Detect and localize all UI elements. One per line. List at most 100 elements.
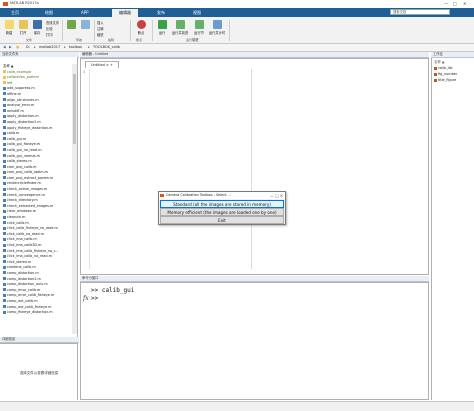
file-name: align_structures.m [7, 97, 39, 102]
tab-home[interactable]: 主页 [4, 9, 26, 17]
command-window[interactable]: >> calib_gui fx >> [80, 282, 429, 400]
tab-editor[interactable]: 编辑器 [112, 9, 138, 17]
file-name: clear_windows.m [7, 209, 37, 214]
folder-icon [3, 70, 6, 74]
section-breakpoints-label: 断点 [136, 38, 143, 42]
save-button[interactable]: 保存 [30, 20, 44, 35]
run-and-time-button[interactable]: 运行并计时 [207, 20, 227, 35]
run-section-button[interactable]: 运行节 [191, 20, 207, 35]
path-segment[interactable]: TOOLBOX_calib [93, 45, 120, 49]
scrollbar-thumb[interactable] [73, 74, 76, 144]
details-panel: 选择文件以查看详细信息 [0, 343, 78, 400]
new-button[interactable]: 新建 [2, 20, 16, 35]
standard-mode-button[interactable]: Standard (all the images are stored in m… [160, 200, 284, 208]
workspace-variable[interactable]: title_figure [434, 78, 456, 82]
m-file-icon [3, 131, 6, 135]
matlab-logo-icon [160, 194, 164, 197]
breakpoint-icon [136, 20, 146, 29]
file-name: click_calib.m [7, 220, 29, 225]
forward-icon[interactable]: ▶ [9, 45, 12, 49]
m-file-icon [3, 159, 6, 163]
close-button[interactable]: ✕ [463, 1, 466, 6]
m-file-icon [3, 209, 6, 213]
dialog-title: Camera Calibration Toolbox - Select ... [159, 192, 285, 199]
compare-button[interactable]: 比较 [46, 26, 53, 31]
file-name: cam_proj_calib_optim.m [7, 170, 48, 175]
save-icon [32, 20, 42, 29]
exit-button[interactable]: Exit [160, 216, 284, 224]
add-tab-icon[interactable]: + [110, 63, 113, 67]
file-name: calib_gui_no_read.m [7, 147, 42, 152]
current-folder-path-bar[interactable]: ◀ ▶ ■ D: ▸ matlab2017 ▸ toolbox ▸ TOOLBO… [0, 44, 474, 52]
run-section-icon [194, 20, 204, 29]
workspace-variable[interactable]: fig_number [434, 72, 457, 76]
file-name: click_ima_calib_no_read.m [7, 254, 52, 259]
path-segment[interactable]: toolbox [69, 45, 82, 49]
file-item[interactable]: comp_fisheye_distortion.m [0, 310, 72, 316]
go-to-button[interactable] [78, 20, 92, 30]
memory-efficient-mode-button[interactable]: Memory efficient (the images are loaded … [160, 208, 284, 216]
minimize-button[interactable]: — [444, 1, 448, 6]
tab-view[interactable]: 视图 [186, 9, 208, 17]
file-name: comp_error_calib.m [7, 287, 41, 292]
run-button[interactable]: 运行 [155, 20, 169, 35]
file-name: cleanzin.m [7, 215, 26, 220]
insert-button[interactable]: 插入 [97, 20, 104, 25]
m-file-icon [3, 232, 6, 236]
tab-apps[interactable]: APP [74, 9, 96, 17]
path-separator-icon: ▸ [64, 45, 66, 49]
print-button[interactable]: 打印 [46, 32, 53, 37]
workspace-column-name[interactable]: 名称 ▲ [434, 59, 444, 64]
file-name: anisdiff.m [7, 108, 24, 113]
navigate-button[interactable] [64, 20, 78, 30]
tab-plots[interactable]: 绘图 [38, 9, 60, 17]
tab-publish[interactable]: 发布 [150, 9, 172, 17]
command-prompt[interactable]: >> [91, 295, 98, 302]
dialog-close-button[interactable]: ✕ [280, 193, 283, 198]
file-name: analyse_error.m [7, 103, 35, 108]
maximize-button[interactable]: □ [453, 1, 457, 6]
section-run-label: 运行 [186, 38, 193, 42]
path-segment[interactable]: D: [26, 45, 30, 49]
path-segment[interactable]: matlab2017 [39, 45, 60, 49]
title-bar: MATLAB R2017a — □ ✕ [0, 0, 474, 8]
m-file-icon [3, 98, 6, 102]
section-edit-label: 编辑 [108, 38, 115, 42]
m-file-icon [3, 299, 6, 303]
status-bar [0, 401, 474, 411]
window-title: MATLAB R2017a [10, 1, 39, 5]
find-files-button[interactable]: 查找文件 [46, 20, 59, 25]
separator [152, 20, 153, 41]
m-file-icon [3, 92, 6, 96]
run-time-icon [212, 20, 222, 29]
indent-button[interactable]: 缩进 [97, 32, 104, 37]
m-file-icon [3, 181, 6, 185]
file-name: centercirclefinder.m [7, 181, 41, 186]
workspace-variable[interactable]: calib_list [434, 66, 453, 70]
variable-icon [434, 66, 437, 70]
breakpoints-button[interactable]: 断点 [134, 20, 148, 35]
editor-toolstrip: 新建 打开 保存 查找文件 比较 打印 文件 导航 插入 注释 缩进 编辑 断点… [0, 17, 474, 44]
editor-tab-untitled[interactable]: Untitled × + [85, 61, 119, 68]
m-file-icon [3, 86, 6, 90]
m-file-icon [3, 282, 6, 286]
file-list: 名称 ▲ calib_example calibration_pattern left… [0, 64, 72, 316]
comment-button[interactable]: 注释 [97, 26, 104, 31]
fx-icon[interactable]: fx [83, 295, 89, 302]
gutter-divider [89, 69, 90, 269]
dialog-minimize-button[interactable]: — [270, 193, 274, 198]
open-button[interactable]: 打开 [16, 20, 30, 35]
advance-button[interactable]: 前进 [192, 37, 199, 42]
separator [94, 20, 95, 41]
m-file-icon [3, 103, 6, 107]
search-documentation-input[interactable]: 搜索文档 [390, 9, 450, 15]
dialog-maximize-button[interactable]: □ [275, 193, 279, 198]
file-list-scrollbar[interactable] [72, 64, 77, 334]
m-file-icon [3, 154, 6, 157]
editor-panel[interactable]: Untitled × + 1 [80, 58, 429, 275]
close-tab-icon[interactable]: × [106, 63, 109, 67]
folder-open-icon [18, 20, 28, 29]
run-and-advance-button[interactable]: 运行并前进 [170, 20, 190, 35]
m-file-icon [3, 288, 6, 292]
back-icon[interactable]: ◀ [3, 45, 6, 49]
